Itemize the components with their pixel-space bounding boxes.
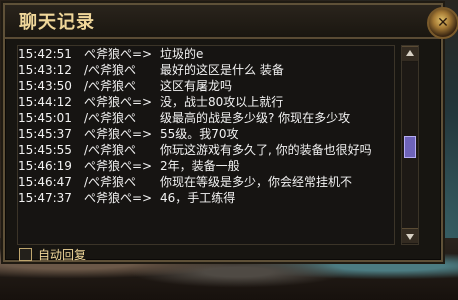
close-button[interactable]: ✕ — [427, 7, 458, 39]
message-user: ぺ斧狼ぺ=> — [84, 159, 153, 173]
message-time: 15:43:50 — [18, 79, 72, 93]
chat-message: 15:45:37 ぺ斧狼ぺ=> 55级。我70攻 — [18, 126, 394, 142]
title-bar: 聊天记录 — [5, 5, 441, 39]
message-time: 15:44:12 — [18, 95, 72, 109]
message-time: 15:45:01 — [18, 111, 72, 125]
message-time: 15:45:37 — [18, 127, 72, 141]
chat-message: 15:43:12 /ぺ斧狼ぺ 最好的这区是什么 装备 — [18, 62, 394, 78]
message-user: /ぺ斧狼ぺ — [84, 63, 137, 77]
chat-log[interactable]: 15:42:51 ぺ斧狼ぺ=> 垃圾的e 15:43:12 /ぺ斧狼ぺ 最好的这… — [17, 45, 395, 245]
chat-message: 15:43:50 /ぺ斧狼ぺ 这区有屠龙吗 — [18, 78, 394, 94]
message-time: 15:42:51 — [18, 47, 72, 61]
scroll-up-button[interactable] — [402, 46, 418, 62]
message-text: 垃圾的e — [160, 47, 204, 61]
message-user: ぺ斧狼ぺ=> — [84, 191, 153, 205]
chat-message: 15:46:19 ぺ斧狼ぺ=> 2年，装备一般 — [18, 158, 394, 174]
message-text: 这区有屠龙吗 — [160, 79, 233, 93]
auto-reply-checkbox[interactable] — [19, 247, 32, 261]
message-user: ぺ斧狼ぺ=> — [84, 47, 153, 61]
chat-message: 15:45:01 /ぺ斧狼ぺ 级最高的战是多少级? 你现在多少攻 — [18, 110, 394, 126]
chat-message: 15:46:47 /ぺ斧狼ぺ 你现在等级是多少，你会经常挂机不 — [18, 174, 394, 190]
message-text: 级最高的战是多少级? 你现在多少攻 — [160, 111, 351, 125]
chat-message: 15:42:51 ぺ斧狼ぺ=> 垃圾的e — [18, 46, 394, 62]
message-time: 15:47:37 — [18, 191, 72, 205]
message-text: 你玩这游戏有多久了, 你的装备也很好吗 — [160, 143, 372, 157]
window-title: 聊天记录 — [19, 12, 95, 33]
message-text: 46，手工练得 — [160, 191, 236, 205]
scroll-down-button[interactable] — [402, 228, 418, 244]
message-text: 2年，装备一般 — [160, 159, 240, 173]
message-user: /ぺ斧狼ぺ — [84, 79, 137, 93]
message-time: 15:45:55 — [18, 143, 72, 157]
chat-message: 15:47:37 ぺ斧狼ぺ=> 46，手工练得 — [18, 190, 394, 206]
auto-reply-toggle[interactable]: 自动回复 — [19, 246, 169, 262]
scroll-thumb[interactable] — [404, 136, 416, 158]
message-user: ぺ斧狼ぺ=> — [84, 127, 153, 141]
message-text: 没，战士80攻以上就行 — [160, 95, 284, 109]
message-text: 55级。我70攻 — [160, 127, 239, 141]
close-icon: ✕ — [437, 15, 449, 31]
message-time: 15:46:47 — [18, 175, 72, 189]
message-text: 最好的这区是什么 装备 — [160, 63, 284, 77]
message-time: 15:46:19 — [18, 159, 72, 173]
chat-history-window: 聊天记录 ✕ 15:42:51 ぺ斧狼ぺ=> 垃圾的e 15:43:12 /ぺ斧… — [3, 3, 458, 262]
chat-scrollbar[interactable] — [401, 45, 419, 245]
game-screen: 聊天记录 ✕ 15:42:51 ぺ斧狼ぺ=> 垃圾的e 15:43:12 /ぺ斧… — [0, 0, 458, 300]
chat-message: 15:45:55 /ぺ斧狼ぺ 你玩这游戏有多久了, 你的装备也很好吗 — [18, 142, 394, 158]
auto-reply-label: 自动回复 — [38, 247, 87, 262]
message-time: 15:43:12 — [18, 63, 72, 77]
message-user: /ぺ斧狼ぺ — [84, 175, 137, 189]
message-user: /ぺ斧狼ぺ — [84, 143, 137, 157]
message-user: /ぺ斧狼ぺ — [84, 111, 137, 125]
message-text: 你现在等级是多少，你会经常挂机不 — [160, 175, 353, 189]
chat-message: 15:44:12 ぺ斧狼ぺ=> 没，战士80攻以上就行 — [18, 94, 394, 110]
message-user: ぺ斧狼ぺ=> — [84, 95, 153, 109]
